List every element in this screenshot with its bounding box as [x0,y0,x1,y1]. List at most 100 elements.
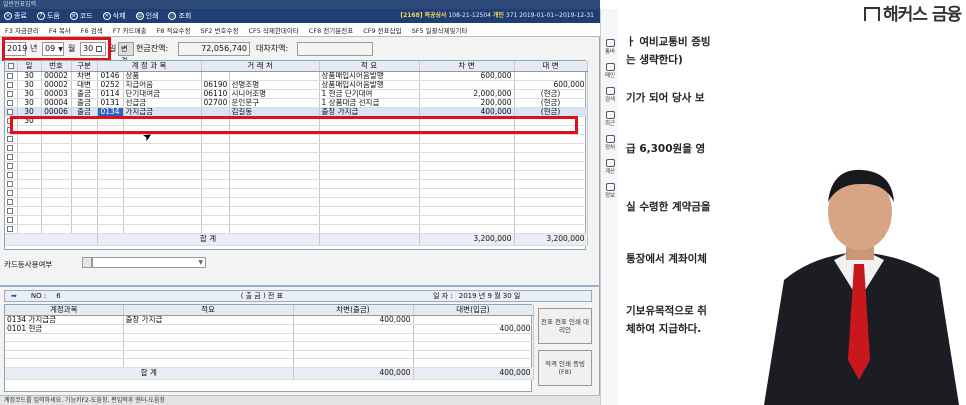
card-usage-row: 카드등사용여부 ▼ [4,256,206,270]
doc-line: 는 생략한다) [626,54,683,66]
print-icon: ▤ [135,12,144,20]
table-row-empty[interactable] [5,197,588,207]
row-checkbox[interactable] [7,180,13,187]
table-row-selected[interactable]: 30 00006 출금 0134 가지급금 김길동 출장 가지급 400,000… [5,107,588,117]
row-checkbox[interactable] [7,171,13,178]
vcol-memo: 적요 [123,305,294,316]
row-checkbox[interactable] [7,225,13,232]
table-row-empty[interactable] [5,215,588,225]
card-usage-select[interactable]: ▼ [92,257,206,268]
row-checkbox[interactable] [7,135,13,142]
voucher-date-label: 일 자 : [433,292,453,300]
table-row-empty[interactable] [5,206,588,216]
fkey-card-button[interactable]: F7 카드매출 [113,25,147,35]
balance-diff-label: 대차차액: [256,44,289,53]
table-row-empty[interactable] [5,224,588,234]
table-row-empty[interactable] [5,161,588,171]
grid-total-debit: 3,200,000 [419,233,515,246]
home-icon [605,63,615,71]
search-button[interactable]: ○ 조회 [168,11,191,21]
voucher-total-row: 합 계 400,000 400,000 [5,367,534,380]
code-button[interactable]: ≡ 코드 [69,11,93,21]
row-checkbox[interactable] [7,162,13,169]
table-row-empty[interactable] [5,143,588,153]
fkey-prior-button[interactable]: CF8 전기분전표 [309,25,353,35]
voucher-row[interactable]: 0101 현금 400,000 [5,324,534,334]
side-item-main[interactable]: 매인 [602,63,618,79]
side-item-recent[interactable]: 최근 [602,111,618,127]
fkey-deleted-button[interactable]: CF5 삭제한데이타 [248,25,298,35]
side-item-info[interactable]: 정보 [602,183,618,199]
delete-icon: ✕ [102,12,111,20]
fkey-memo-button[interactable]: F8 적요수정 [157,25,191,35]
highlight-row-box [10,116,578,134]
select-all-checkbox[interactable] [7,62,14,69]
help-button[interactable]: ? 도움 [36,11,60,21]
side-item-calculator[interactable]: 계산 [602,159,618,175]
divider [0,285,600,287]
voucher-grid: 계정과목 적요 차변(출금) 대변(입금) 0134 가지급금 출장 가지급 4… [4,304,534,392]
row-checkbox[interactable] [7,189,13,196]
vcol-credit: 대변(입금) [413,305,534,316]
row-checkbox[interactable] [7,72,13,79]
side-item-search[interactable]: 검색 [602,87,618,103]
help-icon: ? [36,12,45,20]
voucher-no-label: NO : [30,292,47,300]
doc-line: 급 6,300원을 영 [626,143,706,155]
col-type: 구분 [71,61,98,72]
table-row-empty[interactable] [5,170,588,180]
grid-total-label: 합 계 [97,233,320,246]
table-row[interactable]: 30 00002 대변 0252 지급어음 06190 선명조명 상품매입시어음… [5,80,588,90]
row-checkbox[interactable] [7,90,13,97]
card-usage-code[interactable] [82,257,92,268]
balance-diff-value [297,42,373,56]
highlight-date-box [2,37,111,61]
status-bar: 계정코드를 입력하세요. 기능키F2-도움창, 편입력후 엔터-도움창 [0,395,600,405]
voucher-print-button[interactable]: 전표 전표 인쇄 대리인 [538,308,592,344]
print-button[interactable]: ▤ 인쇄 [135,11,158,21]
row-checkbox[interactable] [7,198,13,205]
row-checkbox[interactable] [7,81,13,88]
doc-line: 기보유목적으로 취 [626,305,707,317]
chevron-down-icon: ▼ [198,259,203,266]
row-checkbox[interactable] [7,153,13,160]
col-debit: 차 변 [419,61,515,72]
row-checkbox[interactable] [7,99,13,106]
evidence-print-button[interactable]: 적격 인쇄 증빙 (F8) [538,350,592,386]
col-memo: 적 요 [319,61,420,72]
brand-logo: 해커스 금융 [864,0,962,25]
close-button[interactable]: × 종료 [4,11,27,21]
table-row[interactable]: 30 00003 출금 0114 단기대여금 06110 시니어조명 1 현금 … [5,89,588,99]
delete-button[interactable]: ✕ 삭제 [102,11,126,21]
table-row-empty[interactable] [5,179,588,189]
card-usage-label: 카드등사용여부 [4,260,53,269]
row-checkbox[interactable] [7,216,13,223]
table-row-empty[interactable] [5,188,588,198]
table-row-empty[interactable] [5,134,588,144]
table-row-empty[interactable] [5,152,588,162]
fkey-fund-button[interactable]: F3 자금관리 [5,25,39,35]
side-panel: 통바 매인 검색 최근 정처 계산 정보 [600,9,618,405]
active-cell[interactable]: 0134 [97,107,124,117]
side-item-capture[interactable]: 정처 [602,135,618,151]
grid-total-row: 합 계 3,200,000 3,200,000 [5,233,588,246]
row-checkbox[interactable] [7,207,13,214]
change-button[interactable]: 변경 [118,42,134,65]
voucher-total-debit: 400,000 [293,367,414,380]
fkey-search-button[interactable]: F6 검색 [81,25,103,35]
voucher-row[interactable]: 0134 가지급금 출장 가지급 400,000 [5,315,534,325]
voucher-no: 6 [56,292,61,300]
side-item-shortcut[interactable]: 통바 [602,39,618,55]
doc-line: ㅏ 여비교통비 증빙 [626,36,711,48]
table-row[interactable]: 30 00002 차변 0146 상품 상품매입시어음발행 600,000 [5,71,588,81]
fkey-copy-button[interactable]: F4 복사 [49,25,71,35]
cash-balance-label: 현금잔액: [136,44,169,53]
row-checkbox[interactable] [7,144,13,151]
fkey-insert-button[interactable]: CF9 전표삽입 [363,25,401,35]
col-credit: 대 변 [514,61,588,72]
row-checkbox[interactable] [7,108,13,115]
col-no: 번호 [41,61,72,72]
fkey-bulk-button[interactable]: SF5 일괄삭제및기타 [412,25,468,35]
fkey-renumber-button[interactable]: SF2 번호수정 [200,25,238,35]
table-row[interactable]: 30 00004 출금 0131 선급금 02700 운인문구 1 상품대금 선… [5,98,588,108]
